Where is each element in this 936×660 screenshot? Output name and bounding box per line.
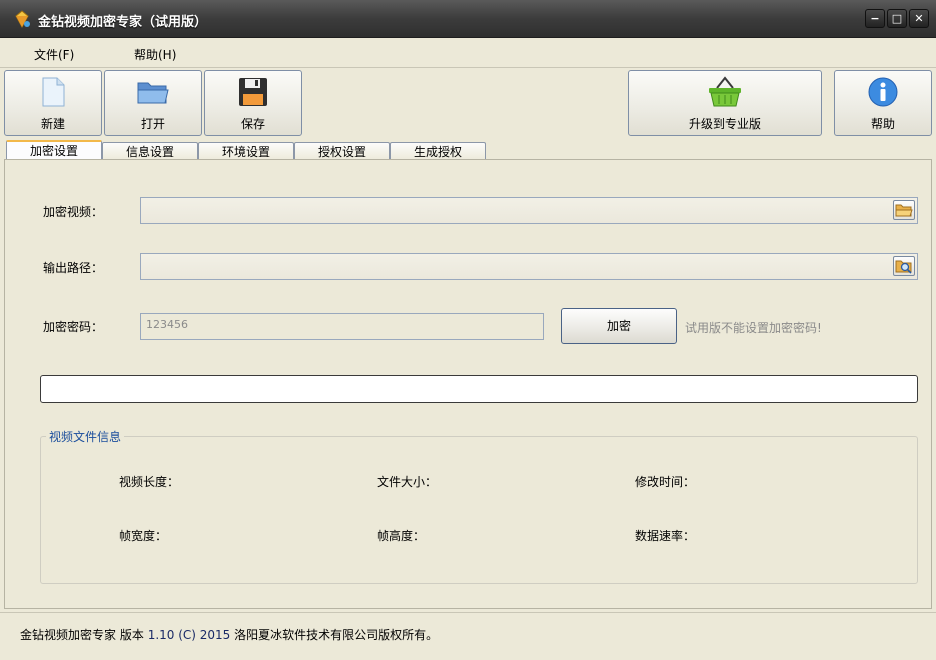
encrypt-button[interactable]: 加密 xyxy=(561,308,677,344)
browse-video-button[interactable] xyxy=(893,200,915,220)
shopping-basket-icon xyxy=(709,76,741,107)
video-path-field[interactable] xyxy=(140,197,918,224)
window-title: 金钻视频加密专家（试用版） xyxy=(38,15,208,30)
upgrade-button-label: 升级到专业版 xyxy=(688,117,761,131)
save-button[interactable]: 保存 xyxy=(204,70,302,136)
help-button[interactable]: 帮助 xyxy=(834,70,932,136)
file-size-label: 文件大小： xyxy=(377,475,438,489)
video-info-title: 视频文件信息 xyxy=(46,428,125,445)
upgrade-button[interactable]: 升级到专业版 xyxy=(628,70,822,136)
status-bar: 金钻视频加密专家 版本 1.10 (C) 2015 洛阳夏冰软件技术有限公司版权… xyxy=(0,612,936,660)
status-version-prefix: 版本 xyxy=(119,628,144,642)
new-document-icon xyxy=(42,77,65,107)
menu-file[interactable]: 文件(F) xyxy=(34,46,74,63)
output-path-field[interactable] xyxy=(140,253,918,280)
frame-width-label: 帧宽度： xyxy=(119,529,168,543)
video-label: 加密视频： xyxy=(43,205,104,219)
open-folder-icon xyxy=(895,204,913,217)
maximize-button[interactable]: □ xyxy=(887,9,907,28)
folder-open-icon xyxy=(137,82,169,104)
new-button[interactable]: 新建 xyxy=(4,70,102,136)
data-rate-label: 数据速率： xyxy=(635,529,696,543)
save-button-label: 保存 xyxy=(240,117,265,131)
frame-height-label: 帧高度： xyxy=(377,529,426,543)
folder-search-icon xyxy=(895,260,912,274)
menu-help[interactable]: 帮助(H) xyxy=(134,46,176,63)
output-label: 输出路径： xyxy=(43,261,104,275)
open-button-label: 打开 xyxy=(140,117,165,131)
status-version: 1.10 (C) 2015 xyxy=(147,628,231,642)
browse-output-button[interactable] xyxy=(893,256,915,276)
status-text: 金钻视频加密专家 版本 1.10 (C) 2015 洛阳夏冰软件技术有限公司版权… xyxy=(20,626,438,643)
tab-encrypt-settings[interactable]: 加密设置 xyxy=(6,140,102,160)
title-bar[interactable]: 金钻视频加密专家（试用版） − □ ✕ xyxy=(0,0,936,38)
menu-bar: 文件(F) 帮助(H) xyxy=(0,38,936,68)
close-button[interactable]: ✕ xyxy=(909,9,929,28)
password-label: 加密密码： xyxy=(43,320,104,334)
new-button-label: 新建 xyxy=(40,117,65,131)
info-icon xyxy=(868,77,898,107)
minimize-button[interactable]: − xyxy=(865,9,885,28)
progress-bar xyxy=(40,375,918,403)
video-info-group xyxy=(40,436,918,584)
status-app-name: 金钻视频加密专家 xyxy=(20,628,117,642)
diamond-app-icon xyxy=(15,10,30,29)
floppy-disk-icon xyxy=(239,78,267,106)
password-field[interactable]: 123456 xyxy=(140,313,544,340)
video-length-label: 视频长度： xyxy=(119,475,180,489)
modified-time-label: 修改时间： xyxy=(635,475,696,489)
trial-hint: 试用版不能设置加密密码! xyxy=(685,321,822,335)
open-button[interactable]: 打开 xyxy=(104,70,202,136)
help-button-label: 帮助 xyxy=(870,117,895,131)
status-copyright: 洛阳夏冰软件技术有限公司版权所有。 xyxy=(234,628,439,642)
